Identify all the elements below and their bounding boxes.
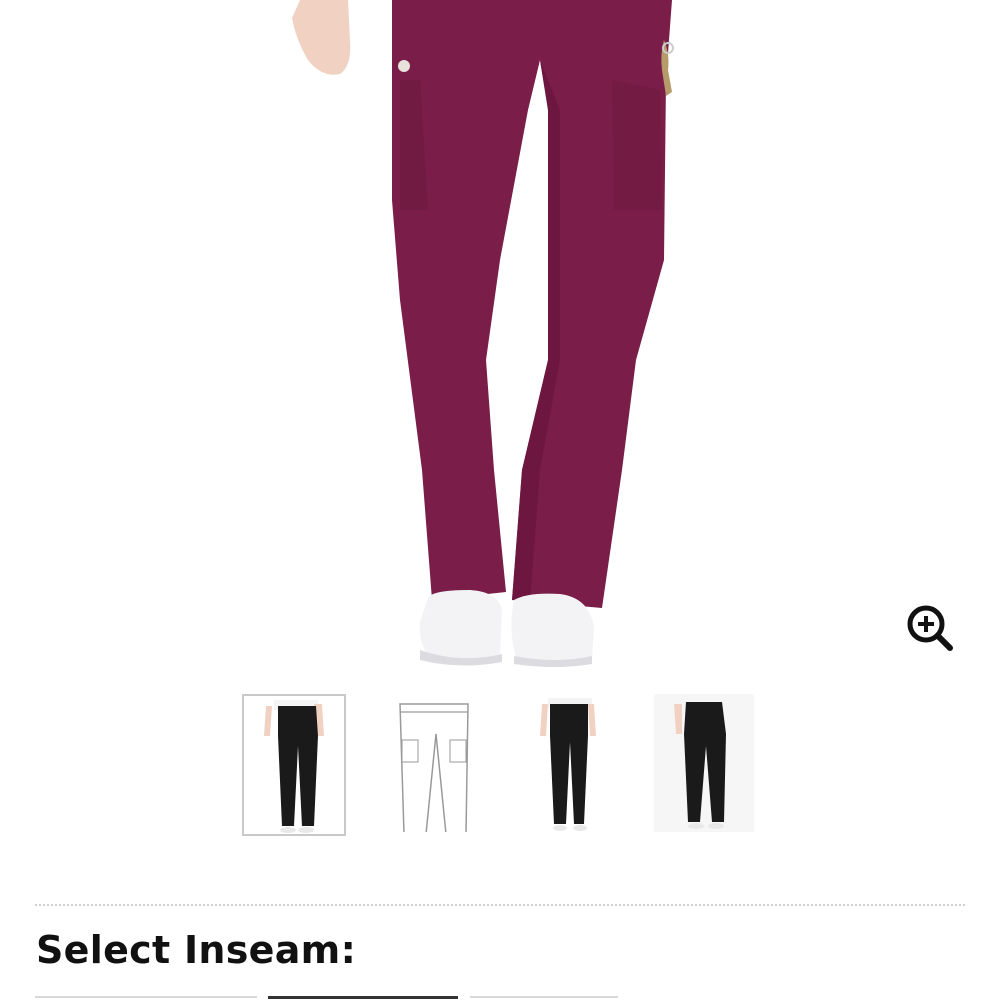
inseam-option[interactable] [268, 996, 458, 1002]
zoom-in-icon [907, 605, 953, 651]
zoom-button[interactable] [904, 602, 956, 654]
thumbnail-front-model-2[interactable] [518, 694, 622, 836]
thumbnail-image [264, 700, 324, 833]
inseam-options [0, 994, 1000, 1000]
thumbnail-gallery [0, 690, 1000, 840]
thumbnail-image [540, 698, 596, 831]
section-divider [35, 904, 965, 906]
thumbnail-front-model[interactable] [242, 694, 346, 836]
thumbnail-flat-sketch[interactable] [384, 694, 488, 836]
thumbnail-image [399, 703, 469, 832]
product-photo [292, 0, 674, 667]
product-main-image[interactable] [0, 0, 1000, 680]
inseam-option[interactable] [35, 996, 257, 1002]
thumbnail-back-model[interactable] [654, 694, 758, 836]
thumbnail-image [654, 694, 754, 832]
inseam-option[interactable] [470, 996, 618, 1002]
select-inseam-heading: Select Inseam: [36, 928, 357, 972]
